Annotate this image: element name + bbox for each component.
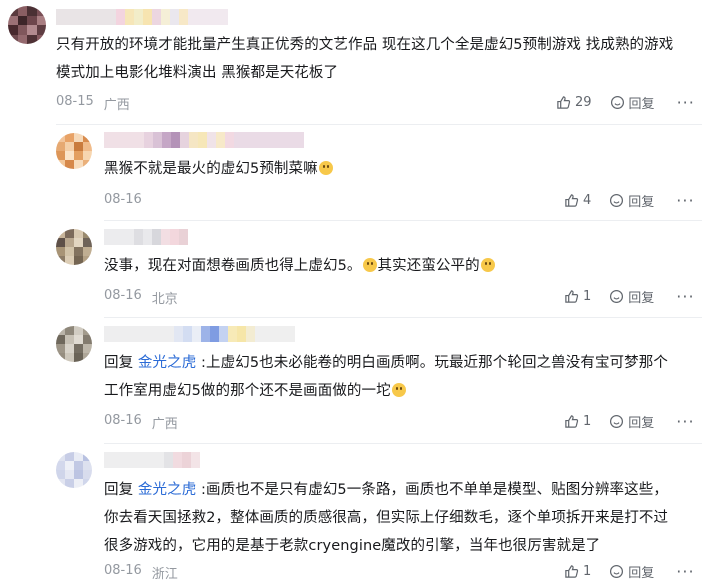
more-icon[interactable]: ···: [676, 412, 694, 431]
comment-date: 08-16: [104, 563, 142, 578]
thumbs-up-icon: [564, 289, 579, 304]
comment-text: 黑猴不就是最火的虚幻5预制菜嘛: [104, 155, 334, 183]
reply-icon: [609, 289, 624, 304]
comment-actions: 1 回复 ···: [564, 412, 695, 431]
emoji: [391, 383, 406, 397]
divider: [56, 124, 702, 125]
reply-label: 回复: [628, 195, 655, 210]
avatar[interactable]: [56, 133, 92, 169]
comment-text: 没事，现在对面想卷画质也得上虚幻5。 其实还蛮公平的: [104, 252, 496, 280]
like-count: 1: [583, 414, 592, 429]
comment-meta: 08-15 广西: [56, 94, 130, 113]
thumbs-up-icon: [564, 564, 579, 579]
comment-line: 只有开放的环境才能批量产生真正优秀的文艺作品 现在这几个全是虚幻5预制游戏 找成…: [56, 37, 674, 53]
comment-date: 08-16: [104, 288, 142, 303]
comment-location: 北京: [151, 292, 178, 307]
comment-line: 黑猴不就是最火的虚幻5预制菜嘛: [104, 161, 318, 177]
thumbs-up-icon: [564, 414, 579, 429]
reply-button[interactable]: 回复: [609, 412, 654, 431]
more-icon[interactable]: ···: [676, 287, 694, 306]
comment-line: 工作室用虚幻5做的那个还不是画面做的一坨: [104, 383, 391, 399]
comment-line: 其实还蛮公平的: [377, 258, 480, 274]
more-icon[interactable]: ···: [676, 562, 694, 581]
reply-target-link[interactable]: 金光之虎: [138, 355, 196, 371]
comment-meta: 08-16 浙江: [104, 563, 178, 582]
comment-actions: 1 回复 ···: [564, 562, 695, 581]
divider: [104, 317, 702, 318]
reply-target-link[interactable]: 金光之虎: [138, 482, 196, 498]
like-count: 1: [583, 564, 592, 579]
username-mosaic[interactable]: [104, 132, 304, 148]
divider: [104, 443, 702, 444]
comment-line: :画质也不是只有虚幻5一条路，画质也不单单是模型、贴图分辨率这些，: [196, 482, 668, 498]
comment-line: :上虚幻5也未必能卷的明白画质啊。玩最近那个轮回之兽没有宝可梦那个: [196, 355, 668, 371]
comment-location: 广西: [151, 417, 178, 432]
comment-line: 模式加上电影化堆料演出 黑猴都是天花板了: [56, 65, 339, 81]
username-mosaic[interactable]: [104, 452, 200, 468]
avatar[interactable]: [56, 326, 92, 362]
reply-label: 回复: [628, 97, 655, 112]
avatar[interactable]: [56, 452, 92, 488]
like-count: 1: [583, 289, 592, 304]
like-button[interactable]: 4: [564, 193, 591, 208]
like-count: 29: [575, 95, 592, 110]
comment-text: 回复 金光之虎 :上虚幻5也未必能卷的明白画质啊。玩最近那个轮回之兽没有宝可梦那…: [104, 349, 668, 405]
comment-date: 08-16: [104, 413, 142, 428]
reply-icon: [609, 564, 624, 579]
like-button[interactable]: 1: [564, 414, 591, 429]
divider: [104, 220, 702, 221]
more-icon[interactable]: ···: [677, 93, 695, 112]
comment-line: 很多游戏的，它用的是基于老款cryengine魔改的引擎，当年也很厉害就是了: [104, 538, 601, 554]
avatar[interactable]: [56, 229, 92, 265]
reply-prefix: 回复: [104, 482, 138, 498]
username-mosaic[interactable]: [104, 229, 188, 245]
comment-text: 回复 金光之虎 :画质也不是只有虚幻5一条路，画质也不单单是模型、贴图分辨率这些…: [104, 476, 668, 560]
avatar[interactable]: [8, 6, 46, 44]
reply-button[interactable]: 回复: [609, 287, 654, 306]
comment-actions: 29 回复 ···: [556, 93, 695, 112]
like-button[interactable]: 1: [564, 289, 591, 304]
reply-button[interactable]: 回复: [610, 93, 655, 112]
thumbs-up-icon: [556, 95, 571, 110]
reply-prefix: 回复: [104, 355, 138, 371]
reply-label: 回复: [628, 416, 655, 431]
reply-label: 回复: [628, 291, 655, 306]
username-mosaic[interactable]: [104, 326, 295, 342]
comment-location: 广西: [103, 98, 130, 113]
comment-line: 你去看天国拯救2，整体画质的质感很高，但实际上仔细数毛，逐个单项拆开来是打不过: [104, 510, 669, 526]
comment-text: 只有开放的环境才能批量产生真正优秀的文艺作品 现在这几个全是虚幻5预制游戏 找成…: [56, 31, 673, 87]
reply-icon: [609, 193, 624, 208]
reply-icon: [609, 414, 624, 429]
reply-button[interactable]: 回复: [609, 191, 654, 210]
thumbs-up-icon: [564, 193, 579, 208]
reply-label: 回复: [628, 566, 655, 581]
more-icon[interactable]: ···: [676, 191, 694, 210]
comment-line: 没事，现在对面想卷画质也得上虚幻5。: [104, 258, 362, 274]
emoji: [362, 258, 377, 272]
comment-meta: 08-16 广西: [104, 413, 178, 432]
like-count: 4: [583, 193, 592, 208]
comment-date: 08-16: [104, 192, 142, 207]
laugh-emoji: [318, 161, 333, 175]
comment-meta: 08-16 北京: [104, 288, 178, 307]
reply-icon: [610, 95, 625, 110]
reply-button[interactable]: 回复: [609, 562, 654, 581]
like-button[interactable]: 29: [556, 95, 592, 110]
username-mosaic[interactable]: [56, 9, 228, 25]
comment-actions: 4 回复 ···: [564, 191, 695, 210]
comment-location: 浙江: [151, 567, 178, 582]
like-button[interactable]: 1: [564, 564, 591, 579]
laugh-emoji: [480, 258, 495, 272]
comment-actions: 1 回复 ···: [564, 287, 695, 306]
comment-meta: 08-16: [104, 192, 142, 207]
comment-date: 08-15: [56, 94, 94, 109]
